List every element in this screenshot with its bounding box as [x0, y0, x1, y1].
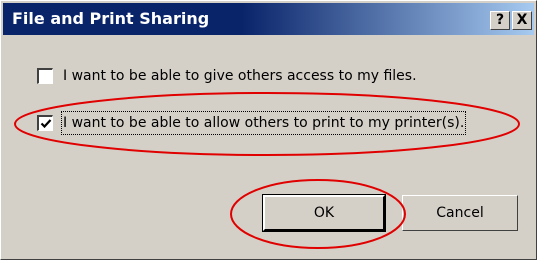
ok-button[interactable]: OK	[262, 194, 386, 232]
file-and-print-sharing-dialog: File and Print Sharing ? X I want to be …	[0, 0, 537, 260]
dialog-title: File and Print Sharing	[12, 9, 210, 28]
share-files-label[interactable]: I want to be able to give others access …	[63, 66, 417, 86]
share-printers-label[interactable]: I want to be able to allow others to pri…	[60, 111, 467, 135]
close-button[interactable]: X	[512, 11, 532, 30]
checkmark-icon	[40, 119, 52, 129]
share-files-checkbox[interactable]	[37, 68, 53, 84]
help-button[interactable]: ?	[490, 11, 510, 30]
share-printers-checkbox[interactable]	[37, 115, 53, 131]
title-bar: File and Print Sharing ? X	[3, 3, 534, 35]
cancel-button[interactable]: Cancel	[402, 195, 518, 231]
